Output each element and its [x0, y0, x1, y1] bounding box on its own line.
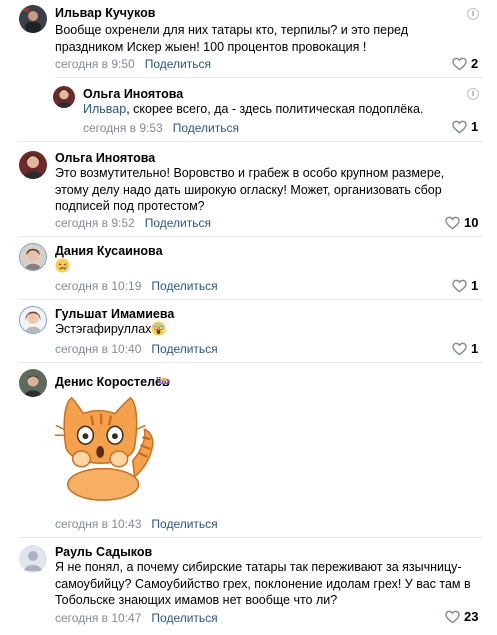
comment-author[interactable]: Гульшат Имамиева — [55, 307, 174, 321]
share-button[interactable]: Поделиться — [173, 121, 239, 135]
divider — [19, 141, 483, 142]
comment-time[interactable]: сегодня в 9:53 — [83, 121, 163, 135]
comment-author[interactable]: Дания Кусаинова — [55, 244, 163, 258]
comment-time[interactable]: сегодня в 10:40 — [55, 342, 141, 356]
like-count: 2 — [471, 56, 479, 71]
reply-mention[interactable]: Ильвар — [83, 102, 126, 116]
share-button[interactable]: Поделиться — [151, 517, 217, 531]
comment-author[interactable]: Рауль Садыков — [55, 545, 152, 559]
comment-author[interactable]: Денис Коростелёв — [55, 375, 170, 389]
comment-meta: сегодня в 10:19 Поделиться — [55, 279, 218, 293]
like-count: 10 — [464, 215, 479, 230]
like-button[interactable]: 1 — [452, 341, 478, 356]
heart-icon — [452, 342, 467, 356]
comment-meta: сегодня в 10:47 Поделиться — [55, 611, 218, 625]
comment-text — [55, 258, 70, 275]
divider — [19, 362, 483, 363]
heart-icon — [445, 610, 460, 624]
comment-author[interactable]: Ильвар Кучуков — [55, 6, 155, 20]
comment-author[interactable]: Ольга Иноятова — [83, 87, 183, 101]
like-button[interactable]: 1 — [452, 119, 478, 134]
screaming-face-emoji-icon — [151, 321, 166, 336]
heart-icon — [452, 120, 467, 134]
avatar[interactable] — [53, 86, 75, 108]
more-icon[interactable] — [467, 88, 479, 100]
like-count: 1 — [471, 278, 479, 293]
avatar[interactable] — [19, 151, 47, 179]
comment-text: Эстэгафируллах — [55, 321, 166, 338]
comment-meta: сегодня в 9:52 Поделиться — [55, 216, 211, 230]
like-button[interactable]: 23 — [445, 609, 478, 624]
comment-meta: сегодня в 10:43 Поделиться — [55, 517, 218, 531]
divider — [55, 77, 483, 78]
sad-face-emoji-icon — [55, 258, 70, 273]
comment-time[interactable]: сегодня в 9:50 — [55, 57, 135, 71]
comment-text: Ильвар, скорее всего, да - здесь политич… — [83, 102, 424, 116]
comment-text: Это возмутительно! Воровство и грабеж в … — [55, 166, 445, 213]
comment-author[interactable]: Ольга Иноятова — [55, 151, 155, 165]
comment-meta: сегодня в 9:50 Поделиться — [55, 57, 211, 71]
like-count: 1 — [471, 341, 479, 356]
comment-time[interactable]: сегодня в 10:47 — [55, 611, 141, 625]
avatar[interactable] — [19, 306, 47, 334]
scared-cat-sticker — [52, 390, 170, 508]
avatar[interactable] — [19, 5, 47, 33]
like-count: 1 — [471, 119, 479, 134]
divider — [19, 299, 483, 300]
avatar[interactable] — [19, 369, 47, 397]
share-button[interactable]: Поделиться — [151, 611, 217, 625]
like-button[interactable]: 2 — [452, 56, 478, 71]
heart-icon — [452, 279, 467, 293]
share-button[interactable]: Поделиться — [145, 216, 211, 230]
comment-meta: сегодня в 10:40 Поделиться — [55, 342, 218, 356]
share-button[interactable]: Поделиться — [151, 279, 217, 293]
comment-time[interactable]: сегодня в 10:43 — [55, 517, 141, 531]
avatar[interactable] — [19, 545, 47, 573]
more-icon[interactable] — [467, 8, 479, 20]
share-button[interactable]: Поделиться — [151, 342, 217, 356]
like-button[interactable]: 1 — [452, 278, 478, 293]
comment-time[interactable]: сегодня в 10:19 — [55, 279, 141, 293]
ufo-badge-icon[interactable] — [157, 373, 171, 387]
comment-time[interactable]: сегодня в 9:52 — [55, 216, 135, 230]
avatar[interactable] — [19, 243, 47, 271]
heart-icon — [452, 57, 467, 71]
comment-text: Вообще охренели для них татары кто, терп… — [55, 23, 409, 54]
divider — [19, 537, 483, 538]
divider — [19, 236, 483, 237]
like-count: 23 — [464, 609, 479, 624]
comment-meta: сегодня в 9:53 Поделиться — [83, 121, 239, 135]
heart-icon — [445, 216, 460, 230]
like-button[interactable]: 10 — [445, 215, 478, 230]
comment-text: Я не понял, а почему сибирские татары та… — [55, 560, 471, 607]
share-button[interactable]: Поделиться — [145, 57, 211, 71]
